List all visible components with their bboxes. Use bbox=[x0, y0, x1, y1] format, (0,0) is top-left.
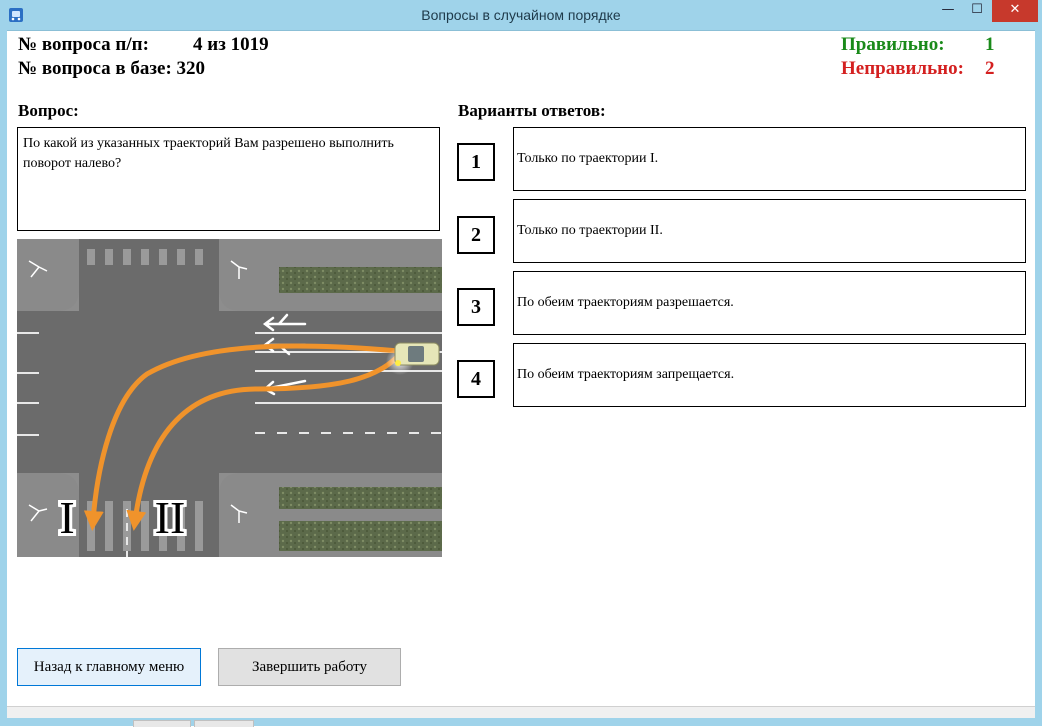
answer-option-3[interactable]: По обеим траекториям разрешается. bbox=[513, 271, 1026, 335]
base-question-number: № вопроса в базе: 320 bbox=[18, 58, 206, 79]
close-button[interactable]: ✕ bbox=[992, 0, 1038, 22]
answer-option-4-text: По обеим траекториям запрещается. bbox=[517, 367, 735, 382]
answer-option-1[interactable]: Только по траектории I. bbox=[513, 127, 1026, 191]
correct-count-value: 1 bbox=[985, 34, 995, 55]
minimize-button[interactable]: — bbox=[934, 0, 962, 22]
trajectory-label-1: I bbox=[59, 492, 74, 543]
wrong-count-value: 2 bbox=[985, 58, 995, 79]
question-title: Вопрос: bbox=[18, 101, 79, 120]
answer-number-1[interactable]: 1 bbox=[457, 143, 495, 181]
window-title: Вопросы в случайном порядке bbox=[421, 7, 621, 23]
answer-option-2[interactable]: Только по траектории II. bbox=[513, 199, 1026, 263]
answer-number-2[interactable]: 2 bbox=[457, 216, 495, 254]
finish-button[interactable]: Завершить работу bbox=[218, 648, 401, 686]
answer-number-3[interactable]: 3 bbox=[457, 288, 495, 326]
answer-option-4[interactable]: По обеим траекториям запрещается. bbox=[513, 343, 1026, 407]
maximize-button[interactable]: ☐ bbox=[964, 0, 990, 22]
answer-option-2-text: Только по траектории II. bbox=[517, 223, 663, 238]
window-frame-left bbox=[0, 30, 7, 726]
question-number-label: № вопроса п/п: bbox=[18, 34, 149, 55]
question-text: По какой из указанных траекторий Вам раз… bbox=[17, 127, 440, 231]
wrong-count-label: Неправильно: bbox=[841, 58, 964, 79]
answer-option-1-text: Только по траектории I. bbox=[517, 151, 659, 166]
answer-option-3-text: По обеим траекториям разрешается. bbox=[517, 295, 734, 310]
answers-title: Варианты ответов: bbox=[458, 101, 606, 120]
title-bar: Вопросы в случайном порядке — ☐ ✕ bbox=[0, 0, 1042, 31]
back-to-menu-button[interactable]: Назад к главному меню bbox=[17, 648, 201, 686]
correct-count-label: Правильно: bbox=[841, 34, 945, 55]
trajectory-label-2: II bbox=[155, 492, 186, 543]
intersection-image: I II bbox=[17, 239, 442, 557]
window-frame-right bbox=[1035, 30, 1042, 726]
question-number-value: 4 из 1019 bbox=[193, 34, 269, 55]
answer-number-4[interactable]: 4 bbox=[457, 360, 495, 398]
